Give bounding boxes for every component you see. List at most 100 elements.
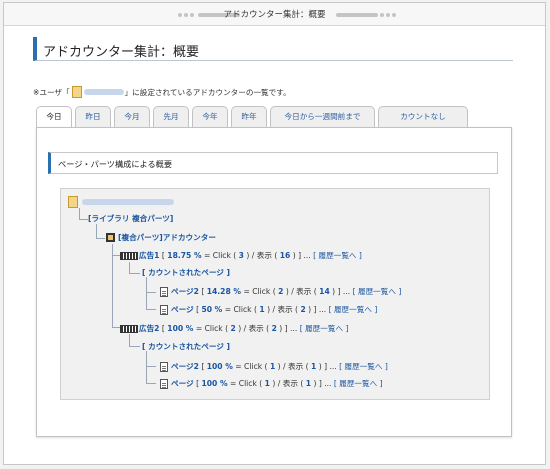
- page-icon: [160, 378, 168, 389]
- view-count: 14: [319, 287, 330, 296]
- page-name[interactable]: ページ2: [171, 286, 199, 297]
- tab-no-count[interactable]: カウントなし: [378, 106, 468, 128]
- view-label: ) / 表示 (: [246, 251, 278, 260]
- tab-yesterday[interactable]: 昨日: [75, 106, 111, 128]
- user-icon: [68, 196, 78, 208]
- click-count: 3: [238, 251, 244, 260]
- note-prefix: ※ユーザ「: [33, 87, 70, 97]
- page-percent: 100 %: [201, 379, 228, 388]
- ad-icon: [120, 324, 138, 333]
- tree-connector: [79, 208, 88, 220]
- view-count: 2: [300, 305, 306, 314]
- user-note: ※ユーザ「 」に設定されているアドカウンターの一覧です。: [33, 86, 291, 98]
- tree-connector: [96, 224, 105, 239]
- click-count: 2: [278, 287, 284, 296]
- user-name-redacted: [82, 199, 174, 205]
- tab-last-month[interactable]: 先月: [153, 106, 189, 128]
- bracket-close: ) ] ...: [318, 362, 337, 371]
- view-label: ) / 表示 (: [285, 287, 317, 296]
- view-count: 2: [271, 324, 277, 333]
- ad-percent: 100 %: [167, 324, 194, 333]
- page-percent: 100 %: [206, 362, 233, 371]
- history-link[interactable]: [ 履歴一覧へ ]: [300, 323, 349, 334]
- ad-name[interactable]: 広告2: [139, 323, 159, 334]
- history-link[interactable]: [ 履歴一覧へ ]: [313, 250, 362, 261]
- view-count: 16: [279, 251, 291, 260]
- history-link[interactable]: [ 履歴一覧へ ]: [329, 304, 378, 315]
- tree-composite[interactable]: [複合パーツ]アドカウンター: [106, 232, 216, 243]
- page-icon: [160, 304, 168, 315]
- tree-connector: [146, 351, 156, 384]
- view-label: ) / 表示 (: [272, 379, 304, 388]
- view-count: 1: [305, 379, 312, 388]
- tree-connector: [129, 334, 140, 347]
- click-label: = Click (: [204, 251, 237, 260]
- bracket-close: ) ] ...: [308, 305, 327, 314]
- tree-library[interactable]: [ライブラリ 複合パーツ]: [88, 213, 173, 224]
- page-name[interactable]: ページ: [171, 304, 194, 315]
- counted-pages-link[interactable]: [ カウントされたページ ]: [142, 267, 230, 278]
- tree-connector: [146, 277, 156, 310]
- composite-link[interactable]: [複合パーツ]アドカウンター: [118, 232, 216, 243]
- ad-name[interactable]: 広告1: [139, 250, 159, 261]
- library-link[interactable]: [ライブラリ 複合パーツ]: [88, 213, 173, 224]
- click-count: 1: [269, 362, 276, 371]
- bracket-close: ) ] ...: [292, 251, 311, 260]
- bracket-close: ) ] ...: [332, 287, 351, 296]
- user-name-redacted: [83, 89, 124, 95]
- bracket-close: ) ] ...: [313, 379, 332, 388]
- tree-page-row: ページ2 [ 100 % = Click ( 1 ) / 表示 ( 1 ) ] …: [160, 361, 388, 372]
- bracket: [: [161, 251, 165, 260]
- page-icon: [160, 361, 168, 372]
- bracket: [: [201, 362, 205, 371]
- bracket: [: [201, 287, 205, 296]
- view-count: 1: [311, 362, 317, 371]
- page-name[interactable]: ページ2: [171, 361, 199, 372]
- tab-last-year[interactable]: 昨年: [231, 106, 267, 128]
- click-label: = Click (: [229, 379, 263, 388]
- tree-ad-2: 広告2 [ 100 % = Click ( 2 ) / 表示 ( 2 ) ] .…: [120, 323, 348, 334]
- bracket-close: ) ] ...: [279, 324, 298, 333]
- view-label: ) / 表示 (: [267, 305, 299, 314]
- page-icon: [160, 286, 168, 297]
- bracket: [: [161, 324, 165, 333]
- tab-this-month[interactable]: 今月: [114, 106, 150, 128]
- click-label: = Click (: [195, 324, 229, 333]
- counted-pages-link[interactable]: [ カウントされたページ ]: [142, 341, 230, 352]
- tree-connector: [112, 255, 120, 328]
- click-count: 1: [259, 305, 265, 314]
- tree-page-row: ページ2 [ 14.28 % = Click ( 2 ) / 表示 ( 14 )…: [160, 286, 401, 297]
- page-percent: 50 %: [201, 305, 223, 314]
- tab-past-week[interactable]: 今日から一週間前まで: [270, 106, 375, 128]
- click-label: = Click (: [224, 305, 257, 314]
- page-name[interactable]: ページ: [171, 378, 194, 389]
- tree-root-user: [68, 196, 174, 208]
- view-label: ) / 表示 (: [238, 324, 270, 333]
- view-label: ) / 表示 (: [277, 362, 309, 371]
- bracket: [: [196, 305, 200, 314]
- page-title: アドカウンター集計：概要: [43, 45, 200, 60]
- click-label: = Click (: [243, 287, 276, 296]
- tree-counted-pages-2[interactable]: [ カウントされたページ ]: [142, 341, 230, 352]
- click-count: 2: [230, 324, 236, 333]
- history-link[interactable]: [ 履歴一覧へ ]: [353, 286, 402, 297]
- composite-parts-icon: [106, 233, 115, 242]
- history-link[interactable]: [ 履歴一覧へ ]: [339, 361, 388, 372]
- user-icon: [71, 86, 82, 98]
- title-bar: アドカウンター集計：概要: [4, 3, 545, 26]
- tree-counted-pages-1[interactable]: [ カウントされたページ ]: [142, 267, 230, 278]
- page-heading: アドカウンター集計：概要: [33, 37, 513, 61]
- history-link[interactable]: [ 履歴一覧へ ]: [334, 378, 383, 389]
- tab-this-year[interactable]: 今年: [192, 106, 228, 128]
- window-controls-right: [334, 12, 396, 17]
- section-heading: ページ・パーツ構成による概要: [48, 152, 498, 174]
- ad-icon: [120, 251, 138, 260]
- click-count: 1: [264, 379, 270, 388]
- bracket: [: [196, 379, 200, 388]
- ad-percent: 18.75 %: [167, 251, 202, 260]
- tree-page-row: ページ [ 50 % = Click ( 1 ) / 表示 ( 2 ) ] ..…: [160, 304, 377, 315]
- page-percent: 14.28 %: [206, 287, 242, 296]
- window-title: アドカウンター集計：概要: [223, 10, 326, 20]
- note-suffix: 」に設定されているアドカウンターの一覧です。: [124, 87, 291, 97]
- tab-today[interactable]: 今日: [36, 106, 72, 129]
